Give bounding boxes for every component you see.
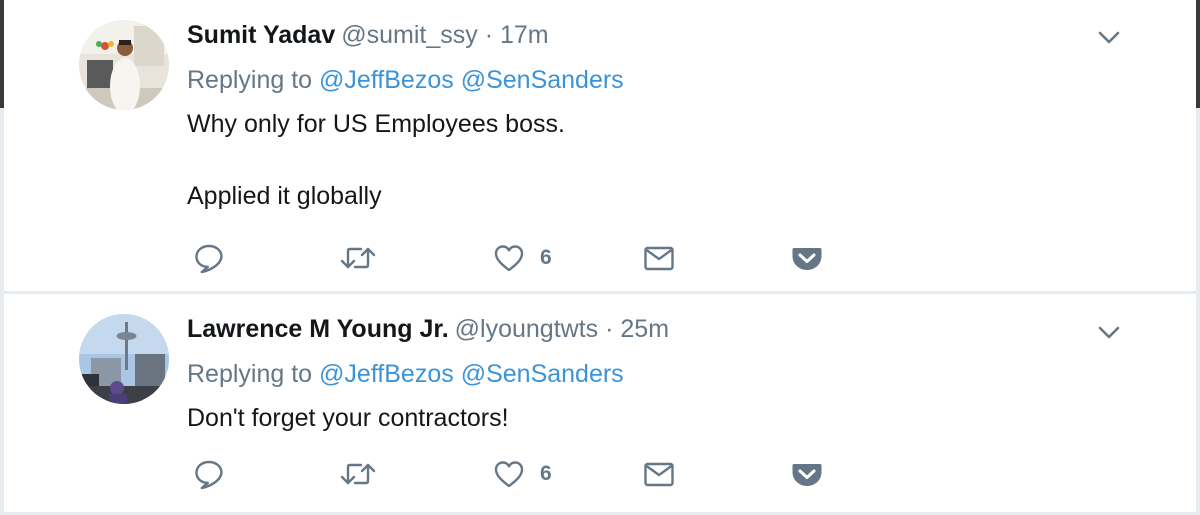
mention-link[interactable]: @SenSanders [461, 66, 624, 94]
like-count: 6 [540, 462, 552, 485]
reply-icon [192, 241, 226, 275]
tweet-paragraph: Applied it globally [187, 182, 382, 210]
like-button[interactable]: 6 [492, 238, 552, 278]
tweet-paragraph: Why only for US Employees boss. [187, 110, 565, 138]
tweet-paragraph: Don't forget your contractors! [187, 404, 509, 432]
tweet-content: Lawrence M Young Jr. @lyoungtwts · 25m Re… [187, 312, 1067, 436]
retweet-icon [338, 457, 378, 491]
direct-message-button[interactable] [642, 454, 676, 494]
direct-message-button[interactable] [642, 238, 676, 278]
tweet-actions: 6 [192, 238, 872, 278]
tweet[interactable]: Sumit Yadav @sumit_ssy · 17m Replying to … [4, 0, 1196, 291]
chevron-down-icon[interactable] [1094, 23, 1124, 53]
timestamp[interactable]: 17m [500, 21, 549, 49]
right-edge [1196, 0, 1200, 515]
mention-link[interactable]: @JeffBezos [319, 66, 454, 94]
pocket-icon [790, 241, 824, 275]
separator-dot: · [605, 315, 614, 343]
avatar[interactable] [79, 20, 169, 110]
display-name[interactable]: Sumit Yadav [187, 21, 335, 49]
separator-dot: · [484, 21, 494, 49]
tweet[interactable]: Lawrence M Young Jr. @lyoungtwts · 25m Re… [4, 294, 1196, 512]
envelope-icon [642, 457, 676, 491]
reply-icon [192, 457, 226, 491]
user-handle[interactable]: @lyoungtwts [455, 315, 599, 343]
like-count: 6 [540, 246, 552, 269]
retweet-button[interactable] [338, 454, 378, 494]
pocket-icon [790, 457, 824, 491]
tweet-content: Sumit Yadav @sumit_ssy · 17m Replying to … [187, 18, 1067, 214]
reply-button[interactable] [192, 454, 226, 494]
pocket-button[interactable] [790, 238, 824, 278]
retweet-button[interactable] [338, 238, 378, 278]
retweet-icon [338, 241, 378, 275]
replying-to: Replying to @JeffBezos @SenSanders [187, 63, 1067, 97]
tweet-text: Why only for US Employees boss. Applied … [187, 106, 1067, 214]
replying-to: Replying to @JeffBezos @SenSanders [187, 357, 1067, 391]
reply-button[interactable] [192, 238, 226, 278]
mention-link[interactable]: @JeffBezos [319, 360, 454, 388]
tweet-actions: 6 [192, 454, 872, 494]
chevron-down-icon[interactable] [1094, 318, 1124, 348]
tweet-header: Sumit Yadav @sumit_ssy · 17m [187, 18, 1067, 52]
timestamp[interactable]: 25m [620, 315, 669, 343]
pocket-button[interactable] [790, 454, 824, 494]
replying-label: Replying to [187, 66, 313, 94]
replying-label: Replying to [187, 360, 313, 388]
user-handle[interactable]: @sumit_ssy [341, 21, 478, 49]
like-button[interactable]: 6 [492, 454, 552, 494]
display-name[interactable]: Lawrence M Young Jr. [187, 315, 449, 343]
tweet-header: Lawrence M Young Jr. @lyoungtwts · 25m [187, 312, 1067, 346]
mention-link[interactable]: @SenSanders [461, 360, 624, 388]
heart-icon [492, 457, 526, 491]
tweet-text: Don't forget your contractors! [187, 400, 1067, 436]
heart-icon [492, 241, 526, 275]
avatar[interactable] [79, 314, 169, 404]
envelope-icon [642, 241, 676, 275]
